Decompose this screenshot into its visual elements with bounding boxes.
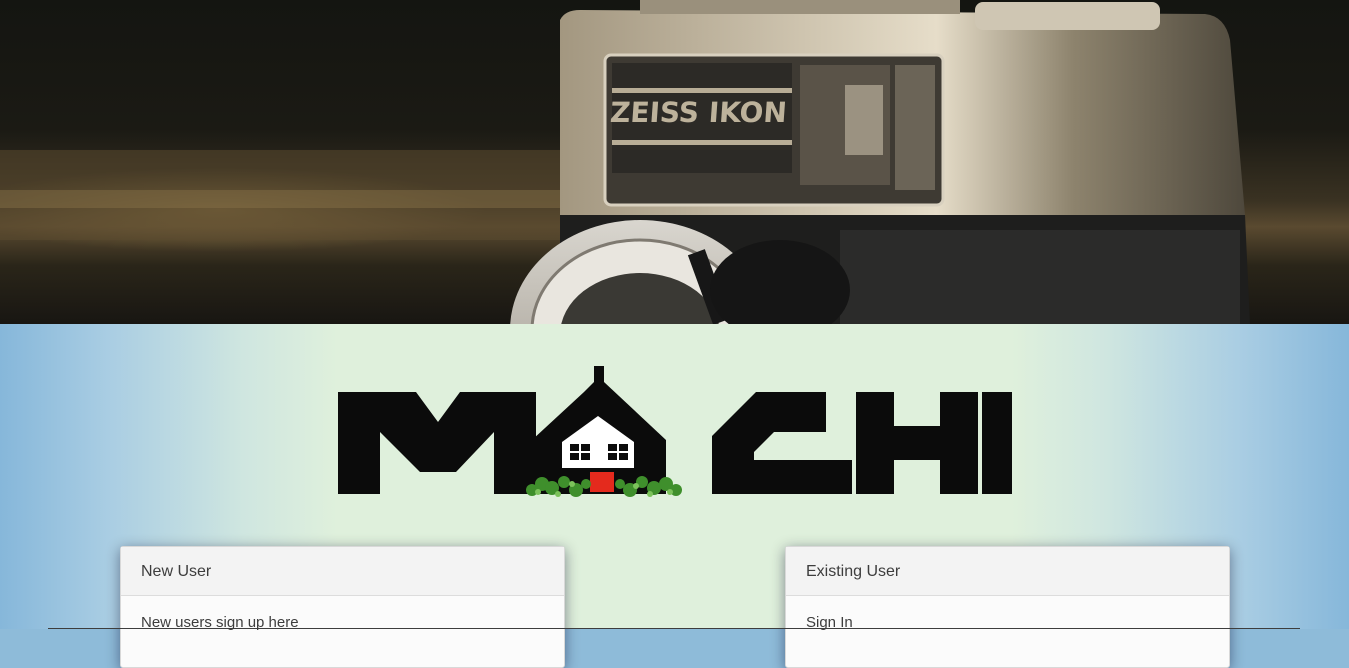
existing-user-card: Existing User Sign In xyxy=(785,546,1230,668)
svg-text:ZEISS IKON: ZEISS IKON xyxy=(609,96,788,129)
mochi-logo[interactable] xyxy=(336,364,1014,504)
existing-user-card-header: Existing User xyxy=(786,547,1229,596)
camera-illustration: ZEISS IKON xyxy=(0,0,1250,324)
sign-in-link[interactable]: Sign In xyxy=(786,596,1229,649)
new-user-signup-text[interactable]: New users sign up here xyxy=(121,596,564,649)
mochi-logo-icon xyxy=(338,366,1012,497)
new-user-card: New User New users sign up here xyxy=(120,546,565,668)
main-content: New User New users sign up here Existing… xyxy=(0,324,1349,668)
new-user-card-header: New User xyxy=(121,547,564,596)
hero-camera-photo: ZEISS IKON xyxy=(0,0,1349,324)
